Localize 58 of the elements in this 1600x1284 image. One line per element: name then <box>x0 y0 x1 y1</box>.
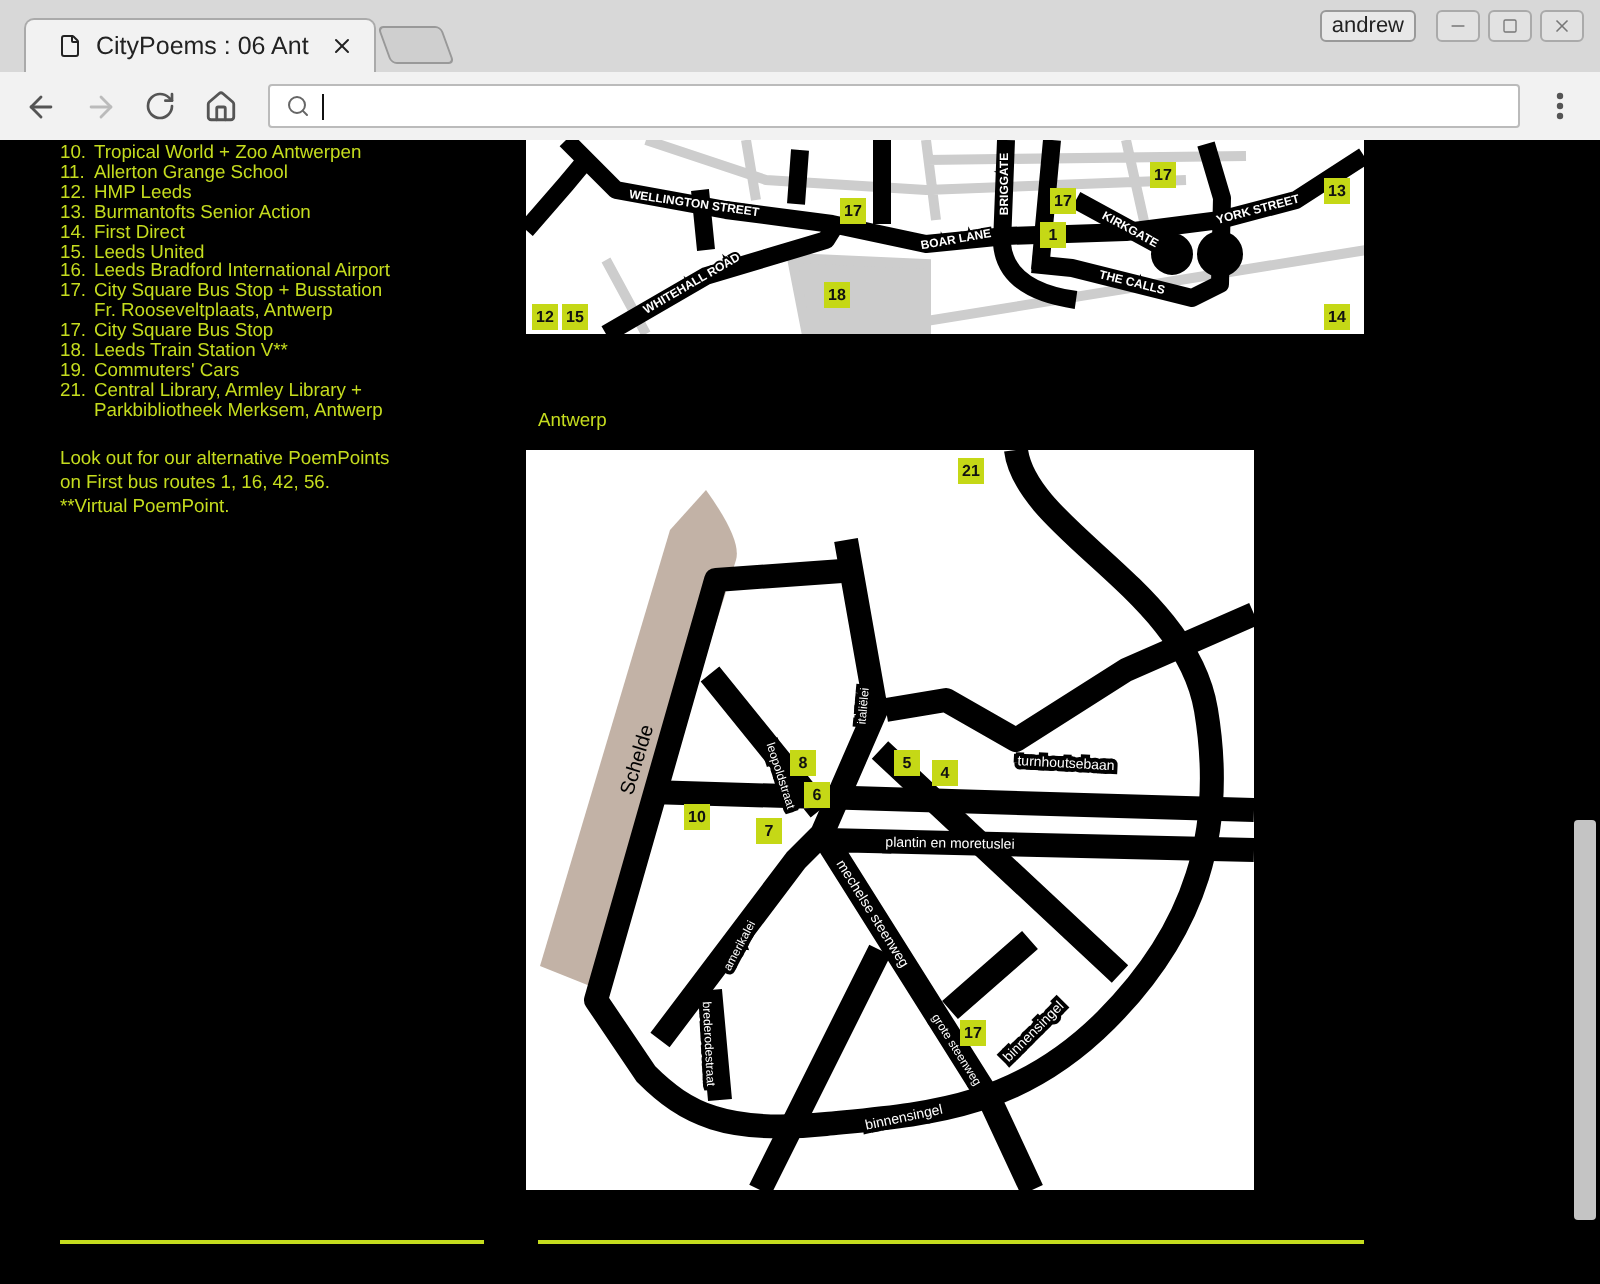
map-heading: Antwerp <box>538 408 609 430</box>
list-number: 17. <box>60 280 89 305</box>
list-number: 13. <box>60 201 89 222</box>
list-item-text: Leeds Train Station V** <box>94 340 288 360</box>
minimize-button[interactable] <box>1436 10 1480 42</box>
map-marker: 4 <box>932 760 958 786</box>
search-icon <box>286 94 310 118</box>
list-number: 16. <box>60 260 89 281</box>
maximize-button[interactable] <box>1488 10 1532 42</box>
list-item-text: Leeds Bradford International Airport <box>94 260 391 281</box>
menu-icon <box>1556 92 1564 120</box>
list-item-text: City Square Bus Stop + Busstation Fr. Rooseveltplaats, Antwerp <box>94 280 383 321</box>
map-marker: 17 <box>840 198 866 224</box>
list-number: 17. <box>60 320 89 341</box>
map-marker: 14 <box>1324 304 1350 330</box>
map-marker: 18 <box>824 282 850 308</box>
page-icon <box>58 34 82 58</box>
list-number: 21. <box>60 379 89 404</box>
list-item-text: Central Library, Armley Library + Parkbibliotheek Merksem, Antwerp <box>94 379 383 420</box>
list-item-text: City Square Bus Stop <box>94 320 274 341</box>
map-marker: 5 <box>894 750 920 776</box>
list-item-text: Allerton Grange School <box>94 161 288 182</box>
map-marker: 8 <box>790 750 816 776</box>
list-item-text: Commuters' Cars <box>94 359 240 380</box>
map-marker: 17 <box>1150 162 1176 188</box>
maximize-icon <box>1502 18 1518 34</box>
list-item-text: Burmantofts Senior Action <box>94 201 311 222</box>
map-marker: 15 <box>562 304 588 330</box>
river-label: Schelde <box>617 722 660 798</box>
close-icon[interactable] <box>330 34 354 58</box>
map-marker: 13 <box>1324 178 1350 204</box>
map-marker: 10 <box>684 804 710 830</box>
note-text: Look out for our alternative PoemPoints on First bus routes 1, 16, 42, 56. **Virtual PoemPoint. <box>60 445 392 518</box>
map-marker: 1 <box>1040 222 1066 248</box>
list-item-text: Leeds United <box>94 241 205 261</box>
map-marker: 17 <box>1050 188 1076 214</box>
list-item-text: Tropical World + Zoo Antwerpen <box>94 142 362 162</box>
map-marker: 21 <box>958 458 984 484</box>
address-field[interactable] <box>268 84 1520 128</box>
map-marker: 12 <box>532 304 558 330</box>
list-item-text: First Direct <box>94 221 185 242</box>
list-number: 10. <box>60 142 89 162</box>
map-marker: 6 <box>804 782 830 808</box>
map-marker: 17 <box>960 1020 986 1046</box>
list-number: 11. <box>60 161 87 182</box>
list-number: 15. <box>60 241 89 261</box>
list-number: 18. <box>60 340 89 360</box>
user-profile-button[interactable]: andrew <box>1319 10 1416 42</box>
list-number: 12. <box>60 181 89 202</box>
new-tab-button[interactable] <box>377 26 455 64</box>
close-icon <box>1552 16 1572 36</box>
scrollbar-thumb[interactable] <box>1574 820 1596 1220</box>
list-number: 14. <box>60 221 89 242</box>
browser-tab[interactable]: CityPoems : 06 Ant <box>24 18 376 72</box>
list-number: 19. <box>60 359 89 380</box>
list-item-text: HMP Leeds <box>94 181 192 202</box>
close-window-button[interactable] <box>1540 10 1584 42</box>
map-marker: 7 <box>756 818 782 844</box>
